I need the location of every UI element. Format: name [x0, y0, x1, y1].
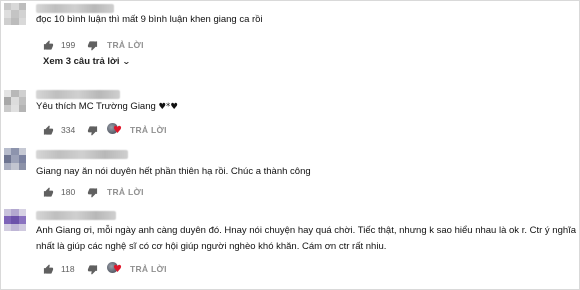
author-name-blurred[interactable] — [36, 150, 128, 159]
like-count: 180 — [61, 187, 76, 197]
comment-text-main: Yêu thích MC Trường Giang — [36, 101, 159, 112]
avatar[interactable] — [4, 90, 26, 112]
like-count: 334 — [61, 125, 76, 135]
thumbs-down-icon[interactable] — [87, 125, 98, 136]
comment-actions: 199 TRẢ LỜI — [43, 38, 144, 52]
avatar[interactable] — [4, 148, 26, 170]
author-name-blurred[interactable] — [36, 211, 116, 220]
thumbs-up-icon[interactable] — [43, 263, 54, 275]
creator-heart-icon: ♥ — [107, 262, 122, 276]
comment-emoji-hearts: ♥*♥ — [158, 102, 178, 112]
thumbs-down-icon[interactable] — [87, 264, 98, 275]
thumbs-up-icon[interactable] — [43, 186, 54, 198]
creator-heart-icon: ♥ — [107, 123, 122, 137]
comment-text: đọc 10 bình luận thì mất 9 bình luận khe… — [36, 14, 263, 25]
view-replies-label: Xem 3 câu trả lời — [43, 56, 120, 67]
comment-actions: 180 TRẢ LỜI — [43, 185, 144, 199]
like-count: 199 — [61, 40, 76, 50]
reply-button[interactable]: TRẢ LỜI — [130, 264, 167, 274]
avatar[interactable] — [4, 3, 26, 25]
reply-button[interactable]: TRẢ LỜI — [130, 125, 167, 135]
comment-text: Giang nay ăn nói duyên hết phần thiên hạ… — [36, 166, 311, 177]
reply-button[interactable]: TRẢ LỜI — [107, 187, 144, 197]
comment-text-line-1: Anh Giang ơi, mỗi ngày anh càng duyên đó… — [36, 225, 577, 236]
view-replies-button[interactable]: Xem 3 câu trả lời ⌄ — [43, 56, 132, 67]
thumbs-up-icon[interactable] — [43, 39, 54, 51]
thumbs-up-icon[interactable] — [43, 124, 54, 136]
comment-actions: 334 ♥ TRẢ LỜI — [43, 123, 167, 137]
reply-button[interactable]: TRẢ LỜI — [107, 40, 144, 50]
like-count: 118 — [61, 264, 75, 274]
comment-text: Yêu thích MC Trường Giang ♥*♥ — [36, 98, 178, 116]
avatar[interactable] — [4, 209, 26, 231]
thumbs-down-icon[interactable] — [87, 187, 98, 198]
comment-text-line-2: nhất là giúp các nghệ sĩ có cơ hội giúp … — [36, 241, 387, 252]
chevron-down-icon: ⌄ — [122, 57, 132, 66]
comment-actions: 118 ♥ TRẢ LỜI — [43, 262, 167, 276]
thumbs-down-icon[interactable] — [87, 40, 98, 51]
